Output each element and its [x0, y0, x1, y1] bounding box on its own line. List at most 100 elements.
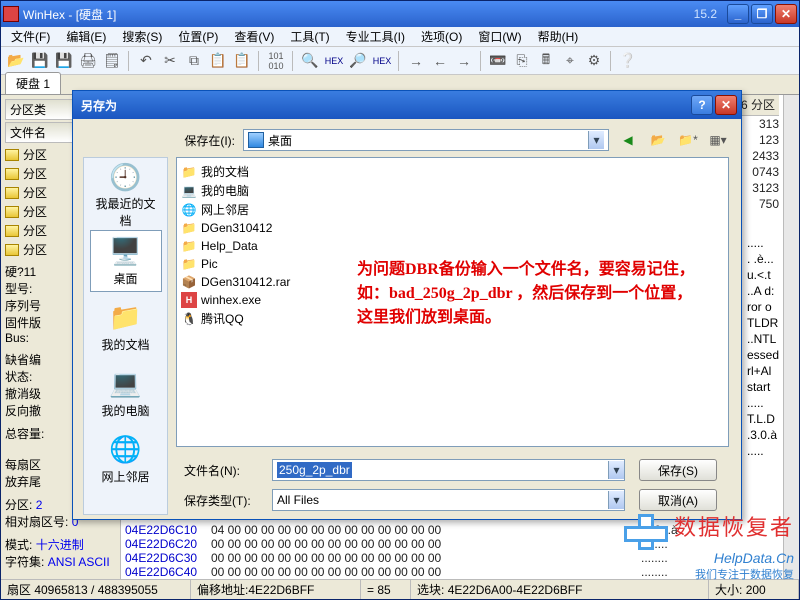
tb-disk-icon[interactable]: 💾	[29, 50, 51, 72]
dialog-help-button[interactable]: ?	[691, 95, 713, 115]
chevron-down-icon[interactable]: ▾	[608, 491, 624, 509]
tb-back-icon[interactable]: ←	[429, 50, 451, 72]
tb-findhex2-icon[interactable]: HEX	[371, 50, 393, 72]
filetype-value: All Files	[277, 493, 319, 507]
save-in-combo[interactable]: 桌面 ▾	[243, 129, 609, 151]
views-menu-icon[interactable]: ▦▾	[707, 129, 729, 151]
chevron-down-icon[interactable]: ▾	[608, 461, 624, 479]
places-bar: 我最近的文档 桌面 我的文档 我的电脑 网上邻居	[83, 157, 168, 515]
folder-icon	[5, 244, 19, 256]
app-icon	[3, 6, 19, 22]
place-desktop[interactable]: 桌面	[90, 230, 162, 292]
menu-view[interactable]: 查看(V)	[228, 26, 280, 47]
tb-copy-icon[interactable]: ⧉	[183, 50, 205, 72]
desktop-icon	[110, 236, 142, 268]
save-button[interactable]: 保存(S)	[639, 459, 717, 481]
watermark-title: 数据恢复者	[674, 515, 794, 540]
filename-label: 文件名(N):	[184, 462, 264, 479]
list-item[interactable]: 📁我的文档	[181, 162, 724, 181]
vertical-scrollbar[interactable]	[783, 95, 799, 579]
close-button[interactable]: ✕	[775, 4, 797, 24]
menu-help[interactable]: 帮助(H)	[532, 26, 585, 47]
file-list[interactable]: 📁我的文档 💻我的电脑 🌐网上邻居 📁DGen310412 📁Help_Data…	[176, 157, 729, 447]
computer-icon: 💻	[181, 183, 197, 199]
tab-disk1[interactable]: 硬盘 1	[5, 72, 61, 94]
list-item[interactable]: 💻我的电脑	[181, 181, 724, 200]
mycomputer-icon	[110, 368, 142, 400]
network-places-icon	[110, 434, 142, 466]
tb-save-icon[interactable]: 💾	[53, 50, 75, 72]
menu-window[interactable]: 窗口(W)	[472, 26, 527, 47]
dialog-titlebar: 另存为 ? ✕	[73, 91, 741, 119]
exe-icon: H	[181, 292, 197, 308]
menu-file[interactable]: 文件(F)	[5, 26, 56, 47]
filetype-combo[interactable]: All Files ▾	[272, 489, 625, 511]
qq-icon: 🐧	[181, 311, 197, 327]
tb-print-icon[interactable]: 🖨	[77, 50, 99, 72]
place-mycomputer[interactable]: 我的电脑	[90, 362, 162, 424]
tb-whelp-icon[interactable]: ❔	[617, 50, 639, 72]
tb-settings-icon[interactable]: ⚙	[583, 50, 605, 72]
status-sector: 扇区 40965813 / 488395055	[1, 580, 191, 599]
tb-calc-icon[interactable]: 🖩	[535, 50, 557, 72]
tb-cut-icon[interactable]: ✂	[159, 50, 181, 72]
recent-icon	[110, 162, 142, 193]
tb-fwd-icon[interactable]: →	[453, 50, 475, 72]
filename-input[interactable]: 250g_2p_dbr ▾	[272, 459, 625, 481]
tb-goto-icon[interactable]: →	[405, 50, 427, 72]
tb-ram-icon[interactable]: ⎘	[511, 50, 533, 72]
up-one-level-icon[interactable]: 📂	[647, 129, 669, 151]
tb-drive-icon[interactable]: 📼	[487, 50, 509, 72]
toolbar: 📂 💾 💾 🖨 🗒 ↶ ✂ ⧉ 📋 📋 101010 🔍 HEX 🔎 HEX →…	[1, 47, 799, 75]
folder-icon	[5, 187, 19, 199]
separator-icon	[480, 51, 482, 71]
menu-edit[interactable]: 编辑(E)	[60, 26, 112, 47]
new-folder-icon[interactable]: 📁*	[677, 129, 699, 151]
filelist-wrap: 📁我的文档 💻我的电脑 🌐网上邻居 📁DGen310412 📁Help_Data…	[168, 157, 741, 515]
mydocs-icon	[110, 302, 142, 334]
annotation-text: 为问题DBR备份输入一个文件名，要容易记住，如：bad_250g_2p_dbr …	[357, 258, 698, 330]
maximize-button[interactable]: ❐	[751, 4, 773, 24]
watermark-sub: 我们专注于数据恢复	[624, 566, 794, 582]
place-netplaces[interactable]: 网上邻居	[90, 428, 162, 490]
tb-prop-icon[interactable]: 🗒	[101, 50, 123, 72]
tb-101-icon[interactable]: 101010	[265, 50, 287, 72]
separator-icon	[398, 51, 400, 71]
tb-pos-icon[interactable]: ⌖	[559, 50, 581, 72]
save-in-row: 保存在(I): 桌面 ▾ ◀ 📂 📁* ▦▾	[73, 119, 741, 157]
folder-icon: 📁	[181, 220, 197, 236]
chevron-down-icon[interactable]: ▾	[588, 131, 604, 149]
cancel-button[interactable]: 取消(A)	[639, 489, 717, 511]
dialog-close-button[interactable]: ✕	[715, 95, 737, 115]
place-recent[interactable]: 我最近的文档	[90, 164, 162, 226]
list-item[interactable]: 🌐网上邻居	[181, 200, 724, 219]
tb-undo-icon[interactable]: ↶	[135, 50, 157, 72]
menu-protools[interactable]: 专业工具(I)	[340, 26, 411, 47]
tb-open-icon[interactable]: 📂	[5, 50, 27, 72]
status-selblock: 选块: 4E22D6A00-4E22D6BFF	[411, 580, 709, 599]
watermark: 数据恢复者 HelpData.Cn 我们专注于数据恢复	[624, 510, 794, 582]
place-mydocs[interactable]: 我的文档	[90, 296, 162, 358]
menu-position[interactable]: 位置(P)	[172, 26, 224, 47]
folder-icon	[5, 168, 19, 180]
tb-paste-icon[interactable]: 📋	[207, 50, 229, 72]
app-title: WinHex - [硬盘 1]	[23, 6, 694, 23]
tb-find-icon[interactable]: 🔍	[299, 50, 321, 72]
charset-row: 字符集: ANSI ASCII	[5, 553, 116, 570]
list-item[interactable]: 📁DGen310412	[181, 219, 724, 237]
save-in-value: 桌面	[268, 132, 292, 149]
folder-icon	[5, 149, 19, 161]
folder-icon: 📁	[181, 256, 197, 272]
tb-findhex-icon[interactable]: HEX	[323, 50, 345, 72]
menu-options[interactable]: 选项(O)	[415, 26, 468, 47]
tb-pastehex-icon[interactable]: 📋	[231, 50, 253, 72]
status-size: 大小: 200	[709, 580, 799, 599]
tb-findtext-icon[interactable]: 🔎	[347, 50, 369, 72]
menu-tools[interactable]: 工具(T)	[284, 26, 335, 47]
minimize-button[interactable]: _	[727, 4, 749, 24]
nav-back-icon[interactable]: ◀	[617, 129, 639, 151]
menu-search[interactable]: 搜索(S)	[116, 26, 168, 47]
dialog-title: 另存为	[77, 97, 689, 114]
separator-icon	[292, 51, 294, 71]
list-item[interactable]: 📁Help_Data	[181, 237, 724, 255]
